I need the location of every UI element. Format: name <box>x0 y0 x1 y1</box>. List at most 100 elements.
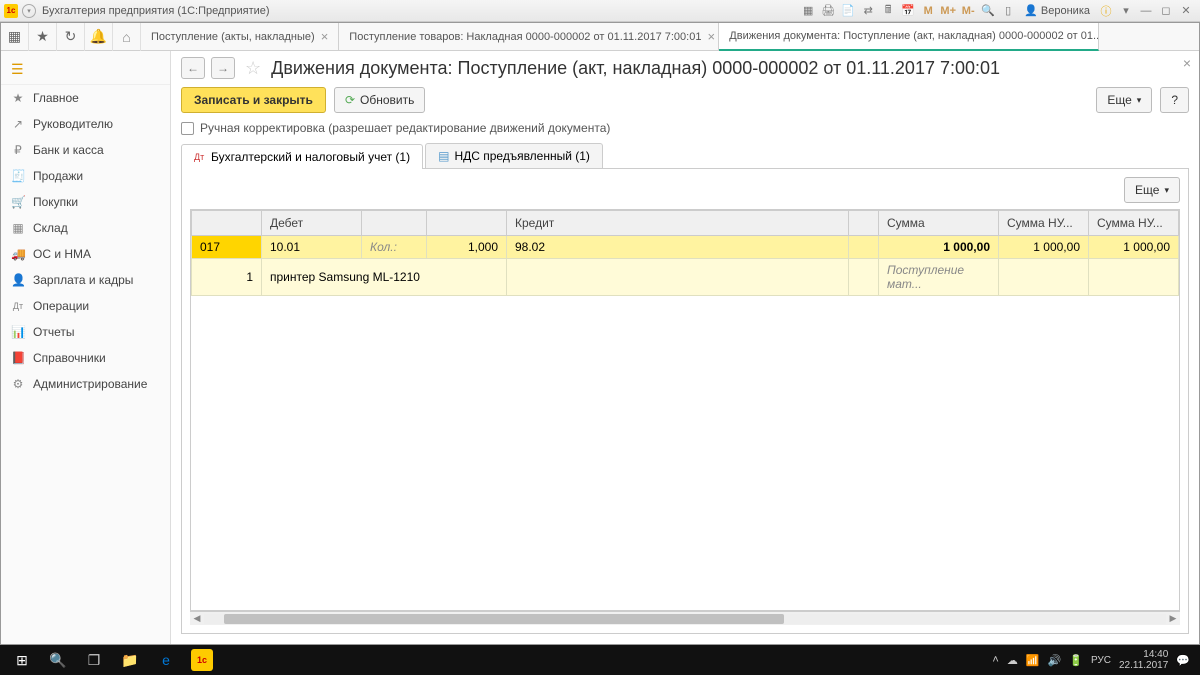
grid-more-button[interactable]: Еще▾ <box>1124 177 1180 203</box>
nav-forward-button[interactable]: → <box>211 57 235 79</box>
app-menu-dropdown[interactable]: ▾ <box>22 4 36 18</box>
bar-chart-icon: 📊 <box>11 325 25 339</box>
sidebar-item-warehouse[interactable]: ▦Склад <box>1 215 170 241</box>
sidebar-item-purchases[interactable]: 🛒Покупки <box>1 189 170 215</box>
sidebar-item-manager[interactable]: ↗Руководителю <box>1 111 170 137</box>
tray-language[interactable]: РУС <box>1091 655 1111 666</box>
favorites-star-icon[interactable]: ★ <box>29 23 57 51</box>
doc-icon[interactable]: 📄 <box>840 3 856 19</box>
close-window-icon[interactable]: ✕ <box>1178 3 1194 19</box>
tray-chevron-icon[interactable]: ˄ <box>992 654 998 666</box>
col-sum[interactable]: Сумма <box>879 211 999 236</box>
postings-grid[interactable]: Дебет Кредит Сумма Сумма НУ... Сумма НУ.… <box>190 209 1180 611</box>
edge-icon[interactable]: e <box>148 645 184 675</box>
tab-goods-receipt[interactable]: Поступление товаров: Накладная 0000-0000… <box>339 23 719 51</box>
memory-mminus-icon[interactable]: M- <box>960 3 976 19</box>
maximize-icon[interactable]: ◻ <box>1158 3 1174 19</box>
dt-kt-icon: Дт <box>11 301 25 311</box>
explorer-icon[interactable]: 📁 <box>112 645 148 675</box>
boxes-icon: ▦ <box>11 221 25 235</box>
zoom-icon[interactable]: 🔍 <box>980 3 996 19</box>
calendar-icon[interactable]: 📅 <box>900 3 916 19</box>
titlebar-icon[interactable]: ▦ <box>800 3 816 19</box>
person-icon: 👤 <box>11 273 25 287</box>
sidebar-item-assets[interactable]: 🚚ОС и НМА <box>1 241 170 267</box>
scroll-left-icon[interactable]: ◀ <box>190 612 204 626</box>
user-icon: 👤 <box>1024 4 1038 17</box>
tray-volume-icon[interactable]: 🔊 <box>1048 654 1062 667</box>
sidebar-item-sales[interactable]: 🧾Продажи <box>1 163 170 189</box>
nav-sidebar: ☰ ★Главное ↗Руководителю ₽Банк и касса 🧾… <box>1 51 171 644</box>
dt-kt-icon: Дт <box>194 152 206 162</box>
tray-clock[interactable]: 14:40 22.11.2017 <box>1119 649 1168 671</box>
search-icon[interactable]: 🔍 <box>40 645 76 675</box>
tab-close-icon[interactable]: × <box>321 29 329 44</box>
window-titlebar: 1c ▾ Бухгалтерия предприятия (1С:Предпри… <box>0 0 1200 22</box>
col-qty-label[interactable] <box>362 211 427 236</box>
cart-icon: 🛒 <box>11 195 25 209</box>
manual-edit-label: Ручная корректировка (разрешает редактир… <box>200 121 610 135</box>
panel-icon[interactable]: ▯ <box>1000 3 1016 19</box>
tray-notifications-icon[interactable]: 💬 <box>1176 654 1190 667</box>
windows-taskbar: ⊞ 🔍 ❐ 📁 e 1c ˄ ☁ 📶 🔊 🔋 РУС 14:40 22.11.2… <box>0 645 1200 675</box>
tray-wifi-icon[interactable]: 📶 <box>1026 654 1040 667</box>
sidebar-item-reports[interactable]: 📊Отчеты <box>1 319 170 345</box>
tray-battery-icon[interactable]: 🔋 <box>1069 654 1083 667</box>
notifications-bell-icon[interactable]: 🔔 <box>85 23 113 51</box>
start-button[interactable]: ⊞ <box>4 645 40 675</box>
sidebar-item-payroll[interactable]: 👤Зарплата и кадры <box>1 267 170 293</box>
tab-receipts[interactable]: Поступление (акты, накладные)× <box>141 23 339 51</box>
memory-mplus-icon[interactable]: M+ <box>940 3 956 19</box>
posting-detail-row[interactable]: 1 принтер Samsung ML-1210 Поступление ма… <box>192 259 1179 296</box>
col-date[interactable] <box>192 211 262 236</box>
content-close-icon[interactable]: × <box>1183 55 1191 71</box>
sidebar-item-operations[interactable]: ДтОперации <box>1 293 170 319</box>
col-credit[interactable]: Кредит <box>507 211 849 236</box>
favorite-star-icon[interactable]: ☆ <box>245 58 261 79</box>
help-button[interactable]: ? <box>1160 87 1189 113</box>
save-close-button[interactable]: Записать и закрыть <box>181 87 326 113</box>
refresh-button[interactable]: ⟳Обновить <box>334 87 425 113</box>
dropdown-icon[interactable]: ▾ <box>1118 3 1134 19</box>
col-blank[interactable] <box>849 211 879 236</box>
info-icon[interactable]: ⓘ <box>1098 3 1114 19</box>
col-sumnu1[interactable]: Сумма НУ... <box>999 211 1089 236</box>
user-label[interactable]: 👤Вероника <box>1024 4 1090 17</box>
manual-edit-checkbox[interactable] <box>181 122 194 135</box>
tab-doc-movements[interactable]: Движения документа: Поступление (акт, на… <box>719 23 1099 51</box>
nav-back-button[interactable]: ← <box>181 57 205 79</box>
col-debit[interactable]: Дебет <box>262 211 362 236</box>
document-content: × ← → ☆ Движения документа: Поступление … <box>171 51 1199 644</box>
tab-close-icon[interactable]: × <box>707 29 715 44</box>
sidebar-item-bank[interactable]: ₽Банк и касса <box>1 137 170 163</box>
col-sumnu2[interactable]: Сумма НУ... <box>1089 211 1179 236</box>
compare-icon[interactable]: ⇄ <box>860 3 876 19</box>
scroll-thumb[interactable] <box>224 614 784 624</box>
scroll-right-icon[interactable]: ▶ <box>1166 612 1180 626</box>
sidebar-item-references[interactable]: 📕Справочники <box>1 345 170 371</box>
task-view-icon[interactable]: ❐ <box>76 645 112 675</box>
truck-icon: 🚚 <box>11 247 25 261</box>
sidebar-item-main[interactable]: ★Главное <box>1 85 170 111</box>
memory-m-icon[interactable]: M <box>920 3 936 19</box>
posting-row[interactable]: 017 10.01 Кол.: 1,000 98.02 1 000,00 1 0… <box>192 236 1179 259</box>
print-icon[interactable]: 🖨 <box>820 3 836 19</box>
window-title: Бухгалтерия предприятия (1С:Предприятие) <box>42 5 270 17</box>
system-tray[interactable]: ˄ ☁ 📶 🔊 🔋 РУС 14:40 22.11.2017 💬 <box>992 649 1196 671</box>
burger-menu-icon[interactable]: ☰ <box>11 61 24 78</box>
calc-icon[interactable]: 🖩 <box>880 3 896 19</box>
tab-accounting[interactable]: ДтБухгалтерский и налоговый учет (1) <box>181 144 423 169</box>
document-title: Движения документа: Поступление (акт, на… <box>271 58 1000 79</box>
sidebar-item-admin[interactable]: ⚙Администрирование <box>1 371 170 397</box>
home-icon[interactable]: ⌂ <box>113 23 141 51</box>
more-button[interactable]: Еще▾ <box>1096 87 1152 113</box>
history-icon[interactable]: ↻ <box>57 23 85 51</box>
col-qty[interactable] <box>427 211 507 236</box>
tray-cloud-icon[interactable]: ☁ <box>1007 654 1018 667</box>
main-toolbar: ▦ ★ ↻ 🔔 ⌂ Поступление (акты, накладные)×… <box>1 23 1199 51</box>
minimize-icon[interactable]: — <box>1138 3 1154 19</box>
apps-grid-icon[interactable]: ▦ <box>1 23 29 51</box>
tab-vat[interactable]: ▤НДС предъявленный (1) <box>425 143 603 168</box>
taskbar-1c-icon[interactable]: 1c <box>184 645 220 675</box>
horizontal-scrollbar[interactable]: ◀ ▶ <box>190 611 1180 625</box>
